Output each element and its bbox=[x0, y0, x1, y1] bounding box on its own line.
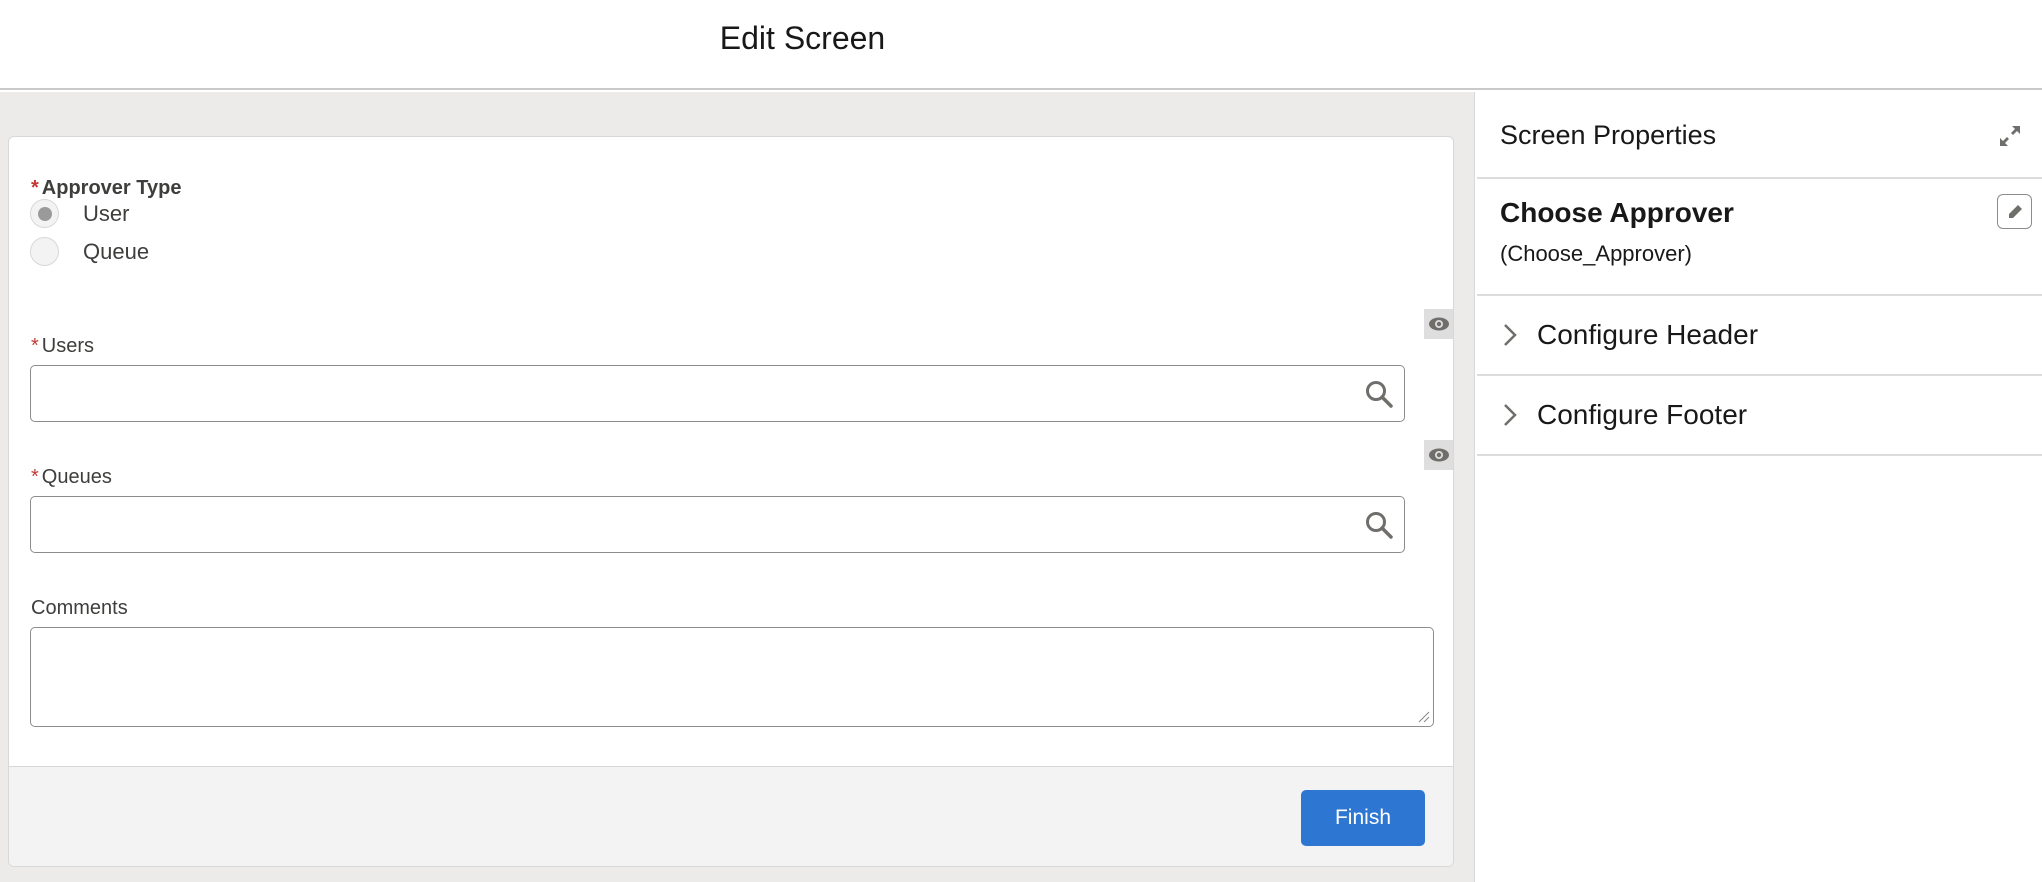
radio-user[interactable]: User bbox=[30, 199, 129, 228]
pencil-icon bbox=[2008, 204, 2022, 218]
required-marker: * bbox=[31, 335, 39, 357]
approver-type-label-text: Approver Type bbox=[41, 177, 182, 199]
edit-button[interactable] bbox=[1997, 194, 2032, 229]
section-configure-header[interactable]: Configure Header bbox=[1477, 296, 2042, 376]
screen-properties-panel: Screen Properties Choose Approver (Choos… bbox=[1477, 92, 2042, 882]
approver-type-label: * Approver Type bbox=[31, 177, 181, 200]
panel-title: Screen Properties bbox=[1500, 120, 1717, 150]
comments-textarea[interactable] bbox=[30, 627, 1434, 727]
radio-label: User bbox=[83, 200, 130, 226]
chevron-right-icon bbox=[1504, 404, 1517, 426]
search-icon bbox=[1366, 512, 1393, 539]
users-lookup-input[interactable] bbox=[30, 365, 1405, 422]
resize-handle-icon[interactable] bbox=[1418, 711, 1430, 723]
radio-button[interactable] bbox=[30, 237, 59, 266]
section-configure-footer[interactable]: Configure Footer bbox=[1477, 376, 2042, 456]
required-marker: * bbox=[31, 177, 39, 199]
panel-header: Screen Properties bbox=[1477, 92, 2042, 179]
users-label: * Users bbox=[31, 335, 94, 358]
screen-name: Choose Approver bbox=[1500, 197, 1734, 228]
page-title: Edit Screen bbox=[719, 20, 886, 56]
visibility-eye-icon[interactable] bbox=[1424, 309, 1453, 339]
required-marker: * bbox=[31, 466, 39, 488]
search-icon bbox=[1366, 381, 1393, 408]
radio-button[interactable] bbox=[30, 199, 59, 228]
section-label: Configure Header bbox=[1537, 319, 1759, 350]
chevron-right-icon bbox=[1504, 324, 1517, 346]
finish-button[interactable]: Finish bbox=[1301, 790, 1425, 846]
queues-lookup-input[interactable] bbox=[30, 496, 1405, 553]
expand-icon[interactable] bbox=[1998, 124, 2022, 148]
queues-label-text: Queues bbox=[41, 466, 112, 488]
screen-api-name: (Choose_Approver) bbox=[1500, 241, 1692, 266]
screen-canvas: * Approver Type User Queue * Users * Queues… bbox=[0, 92, 1475, 882]
section-label: Configure Footer bbox=[1537, 399, 1748, 430]
screen-preview-card: * Approver Type User Queue * Users * Queues… bbox=[8, 136, 1454, 867]
screen-footer: Finish bbox=[9, 766, 1453, 866]
comments-label: Comments bbox=[31, 597, 128, 619]
screen-info: Choose Approver (Choose_Approver) bbox=[1477, 179, 2042, 296]
top-bar: Edit Screen bbox=[0, 0, 2042, 90]
radio-label: Queue bbox=[83, 238, 150, 264]
radio-queue[interactable]: Queue bbox=[30, 237, 149, 266]
users-label-text: Users bbox=[41, 335, 95, 357]
queues-label: * Queues bbox=[31, 466, 112, 489]
visibility-eye-icon[interactable] bbox=[1424, 440, 1453, 470]
